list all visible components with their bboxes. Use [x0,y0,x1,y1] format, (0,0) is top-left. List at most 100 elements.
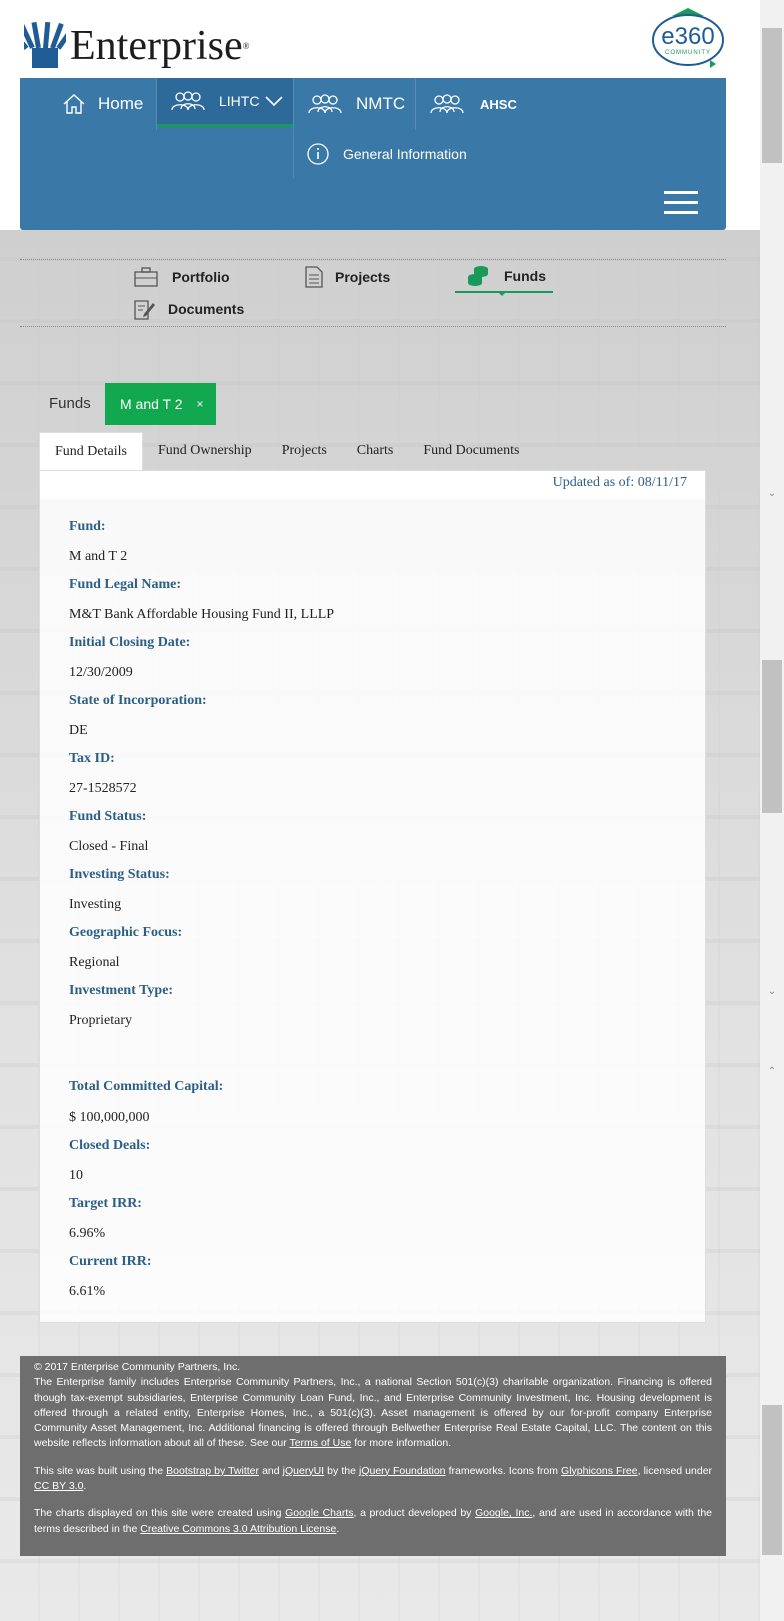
fund-tabs: Fund Details Fund Ownership Projects Cha… [39,432,534,471]
subnav-portfolio[interactable]: Portfolio [134,261,230,293]
field-label-fund: Fund: [69,519,106,534]
field-value-state: DE [69,723,88,738]
breadcrumb-funds[interactable]: Funds [49,395,91,412]
field-value-legal-name: M&T Bank Affordable Housing Fund II, LLL… [69,607,335,622]
enterprise-logo[interactable]: Enterprise® [24,12,249,68]
field-value-current-irr: 6.61% [69,1284,106,1299]
fund-details-panel: Updated as of: 08/11/17 Fund: M and T 2 … [39,470,706,1323]
tab-charts[interactable]: Charts [342,432,409,470]
section-navigation: Portfolio Projects Funds Documents [20,259,726,327]
active-indicator-caret [498,292,506,296]
chevron-down-icon [265,96,284,107]
home-icon [63,94,85,114]
field-label-current-irr: Current IRR: [69,1254,152,1269]
nav-item-home[interactable]: Home [62,78,156,130]
people-icon [308,94,342,114]
nav-divider [293,78,294,130]
nav-divider [415,78,416,130]
subnav-label: Funds [504,268,546,284]
footer-credits: This site was built using the Bootstrap … [34,1464,713,1493]
field-label-closed-deals: Closed Deals: [69,1138,151,1153]
field-value-target-irr: 6.96% [69,1226,106,1241]
hamburger-icon[interactable] [664,191,698,215]
field-value-fund-status: Closed - Final [69,839,149,854]
scrollbar-thumb[interactable] [762,28,782,163]
field-value-investment-type: Proprietary [69,1013,132,1028]
document-icon [305,266,323,288]
footer-charts-credit: The charts displayed on this site were c… [34,1507,713,1535]
site-header: Enterprise® e360 COMMUNITY [0,0,760,78]
nav-item-ahsc[interactable]: AHSC [430,78,540,130]
terms-of-use-link[interactable]: Terms of Use [289,1437,351,1449]
footer-copyright: © 2017 Enterprise Community Partners, In… [34,1361,241,1373]
tab-fund-documents[interactable]: Fund Documents [408,432,534,470]
nav-sub-general-information[interactable]: General Information [293,130,724,178]
field-value-geographic-focus: Regional [69,955,120,970]
bootstrap-link[interactable]: Bootstrap by Twitter [166,1465,259,1477]
people-icon [430,94,464,114]
jqueryui-link[interactable]: jQueryUI [283,1465,324,1477]
enterprise-logo-icon [24,22,66,68]
glyphicons-link[interactable]: Glyphicons Free [561,1465,638,1477]
edit-document-icon [134,300,155,320]
field-label-target-irr: Target IRR: [69,1196,142,1211]
field-label-investment-type: Investment Type: [69,983,174,998]
field-label-closing-date: Initial Closing Date: [69,635,191,650]
scroll-arrow-icon[interactable]: ⌄ [766,986,778,998]
subnav-documents[interactable]: Documents [134,293,244,325]
field-value-tax-id: 27-1528572 [69,781,137,796]
cc-by-link[interactable]: CC BY 3.0 [34,1480,83,1492]
info-icon [307,143,329,165]
field-label-fund-status: Fund Status: [69,809,147,824]
jquery-foundation-link[interactable]: jQuery Foundation [359,1465,446,1477]
coins-icon [468,266,488,286]
nav-sub-label: General Information [343,146,467,162]
field-label-investing-status: Investing Status: [69,867,170,882]
field-value-committed-capital: $ 100,000,000 [69,1110,150,1125]
breadcrumb-fund-chip[interactable]: M and T 2 × [105,383,216,425]
main-navigation: Home LIHTC NMTC AHSC General Information [20,78,726,230]
scroll-arrow-icon[interactable]: ⌃ [766,1066,778,1078]
nav-item-lihtc[interactable]: LIHTC [157,78,293,127]
google-charts-link[interactable]: Google Charts [285,1507,353,1519]
field-value-investing-status: Investing [69,897,122,912]
site-footer: © 2017 Enterprise Community Partners, In… [20,1356,726,1556]
brand-name: Enterprise® [70,23,250,69]
field-label-geographic-focus: Geographic Focus: [69,925,183,940]
google-link[interactable]: Google, Inc. [475,1507,532,1519]
tab-fund-ownership[interactable]: Fund Ownership [143,432,267,470]
subnav-projects[interactable]: Projects [305,261,390,293]
updated-date: Updated as of: 08/11/17 [552,475,687,490]
field-value-fund: M and T 2 [69,549,128,564]
field-value-closing-date: 12/30/2009 [69,665,133,680]
e360-community-badge[interactable]: e360 COMMUNITY [650,8,726,68]
chip-label: M and T 2 [120,396,183,412]
nav-label: AHSC [480,96,517,112]
scroll-arrow-icon[interactable]: ⌄ [766,488,778,500]
field-label-tax-id: Tax ID: [69,751,115,766]
subnav-label: Portfolio [172,269,230,285]
field-label-state: State of Incorporation: [69,693,207,708]
nav-label: Home [98,94,144,113]
footer-disclaimer: The Enterprise family includes Enterpris… [34,1376,712,1450]
svg-text:e360: e360 [661,23,714,50]
scrollbar-thumb-bottom[interactable] [762,1405,782,1555]
tab-projects[interactable]: Projects [267,432,342,470]
scrollbar-thumb-secondary[interactable] [762,660,782,813]
briefcase-icon [134,267,158,287]
nav-item-nmtc[interactable]: NMTC [308,78,414,130]
people-icon [171,91,205,111]
field-label-legal-name: Fund Legal Name: [69,577,181,592]
subnav-label: Documents [168,301,245,317]
field-label-committed-capital: Total Committed Capital: [69,1079,224,1094]
cc-attribution-link[interactable]: Creative Commons 3.0 Attribution License [140,1523,336,1535]
tab-fund-details[interactable]: Fund Details [39,432,143,471]
subnav-label: Projects [335,269,391,285]
subnav-funds[interactable]: Funds [455,261,553,293]
svg-text:COMMUNITY: COMMUNITY [665,50,711,56]
field-value-closed-deals: 10 [69,1168,83,1183]
nav-label: LIHTC [219,93,260,109]
nav-label: NMTC [356,94,406,113]
scrollbar[interactable]: ⌄ ⌄ ⌃ [760,0,784,1621]
close-icon[interactable]: × [197,397,204,411]
